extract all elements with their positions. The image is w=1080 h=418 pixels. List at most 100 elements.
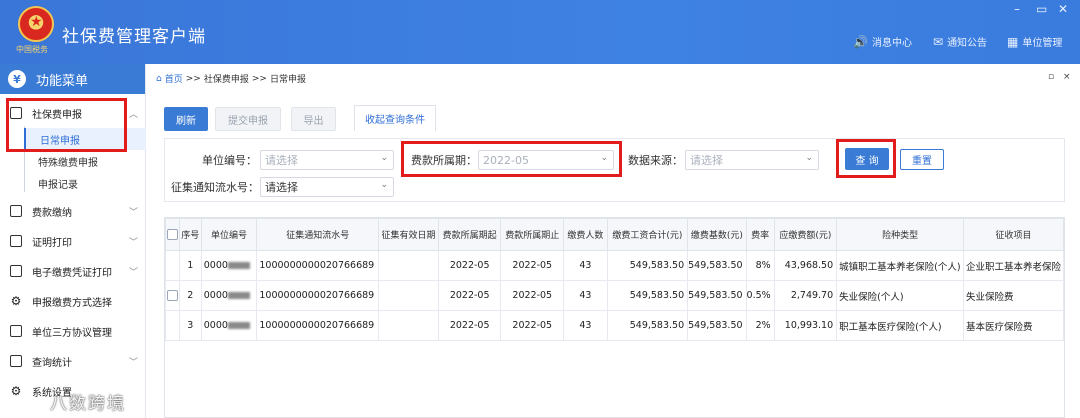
sidebar-item-label: 证明打印 xyxy=(32,237,72,249)
emblem-icon xyxy=(18,6,54,42)
period-end-cell: 2022-05 xyxy=(500,310,565,341)
chevron-down-icon: ⌄ xyxy=(380,153,388,163)
unit-code-text: 0000 xyxy=(203,320,228,331)
logo-text: 中国税务 xyxy=(16,45,48,54)
minimize-button[interactable]: – xyxy=(1014,2,1020,16)
unit-management-link[interactable]: ▦ 单位管理 xyxy=(1007,34,1062,50)
column-header: 单位编号 xyxy=(200,218,258,251)
column-header: 险种类型 xyxy=(836,218,965,251)
period-start-cell: 2022-05 xyxy=(437,310,502,341)
sidebar-item-payment-method[interactable]: ⚙ 申报缴费方式选择 xyxy=(0,286,146,316)
column-header: 缴费工资合计(元) xyxy=(606,218,689,251)
sidebar-subitem-declaration-records[interactable]: 申报记录 xyxy=(24,172,146,194)
column-header: 征集有效日期 xyxy=(378,218,439,251)
chevron-down-icon: ⌄ xyxy=(805,153,813,163)
sidebar-item-label: 单位三方协议管理 xyxy=(32,327,112,339)
breadcrumb-home[interactable]: 首页 xyxy=(165,72,183,85)
export-button[interactable]: 导出 xyxy=(291,107,336,131)
row-number: 1 xyxy=(178,250,202,281)
notice-serial-select[interactable]: 请选择 ⌄ xyxy=(260,177,394,197)
column-header: 征收项目 xyxy=(963,218,1064,251)
chart-icon xyxy=(10,355,22,367)
unit-code-cell: 0000 xyxy=(200,250,258,281)
chevron-down-icon: ﹀ xyxy=(128,238,138,248)
row-checkbox-cell[interactable] xyxy=(165,250,180,281)
function-menu-title: 功能菜单 xyxy=(36,73,89,89)
payment-icon xyxy=(10,205,22,217)
highlight-box-query xyxy=(836,139,896,178)
reset-button[interactable]: 重置 xyxy=(900,149,944,170)
valid-date-cell xyxy=(378,280,439,311)
sidebar-item-label: 费款缴纳 xyxy=(32,207,72,219)
watermark: 八数跨境 xyxy=(50,393,126,414)
sidebar-subitem-special-declaration[interactable]: 特殊缴费申报 xyxy=(24,150,146,172)
table-row[interactable]: 2 0000 1000000000020766689 2022-05 2022-… xyxy=(165,280,1064,311)
app-header: 中国税务 社保费管理客户端 – ▭ ✕ 🔊 消息中心 ✉ 通知公告 ▦ 单位管理 xyxy=(0,0,1080,64)
insurance-type-cell: 职工基本医疗保险(个人) xyxy=(836,310,965,341)
base-cell: 549,583.50 xyxy=(687,310,747,341)
table-row[interactable]: 3 0000 1000000000020766689 2022-05 2022-… xyxy=(165,310,1064,341)
sidebar-item-query-statistics[interactable]: 查询统计 ﹀ xyxy=(0,346,146,376)
close-tab-button[interactable]: × xyxy=(1063,72,1071,82)
table-header-row: 序号 单位编号 征集通知流水号 征集有效日期 费款所属期起 费款所属期止 缴费人… xyxy=(165,218,1064,251)
highlight-box-period xyxy=(401,141,622,177)
unit-code-value: 请选择 xyxy=(265,154,298,167)
column-header: 应缴费额(元) xyxy=(773,218,838,251)
column-header: 缴费基数(元) xyxy=(687,218,747,251)
maximize-button[interactable]: ▭ xyxy=(1036,2,1047,16)
breadcrumb-level2: 日常申报 xyxy=(269,75,306,85)
select-all-checkbox-cell[interactable] xyxy=(165,218,180,251)
column-header: 序号 xyxy=(178,218,202,251)
collection-item-cell: 基本医疗保险费 xyxy=(963,310,1064,341)
restore-tab-button[interactable]: ▫ xyxy=(1048,72,1054,82)
mail-icon: ✉ xyxy=(933,34,944,49)
chevron-up-icon: ︿ xyxy=(128,110,138,120)
select-all-checkbox[interactable] xyxy=(166,229,178,240)
close-window-button[interactable]: ✕ xyxy=(1058,2,1068,16)
column-header: 费率 xyxy=(745,218,775,251)
sidebar-item-tripartite-agreement[interactable]: 单位三方协议管理 xyxy=(0,316,146,346)
unit-code-cell: 0000 xyxy=(200,280,258,311)
column-header: 费款所属期止 xyxy=(500,218,565,251)
column-header: 费款所属期起 xyxy=(437,218,502,251)
unit-code-select[interactable]: 请选择 ⌄ xyxy=(260,150,394,170)
breadcrumb-level1[interactable]: 社保费申报 xyxy=(204,72,249,85)
base-cell: 549,583.50 xyxy=(687,280,747,311)
row-checkbox-cell[interactable] xyxy=(165,280,180,311)
rate-cell: 2% xyxy=(745,310,775,341)
sidebar-item-label: 申报缴费方式选择 xyxy=(32,297,112,309)
notice-link[interactable]: ✉ 通知公告 xyxy=(933,34,988,50)
row-number: 3 xyxy=(178,310,202,341)
base-cell: 549,583.50 xyxy=(687,250,747,281)
redacted-mask xyxy=(227,322,250,329)
chevron-down-icon: ﹀ xyxy=(128,208,138,218)
data-source-value: 请选择 xyxy=(690,154,723,167)
unit-code-label: 单位编号： xyxy=(202,154,257,167)
gear-icon: ⚙ xyxy=(10,294,22,308)
notice-serial-cell: 1000000000020766689 xyxy=(256,250,380,281)
data-source-label: 数据来源： xyxy=(628,154,683,167)
row-checkbox[interactable] xyxy=(166,290,178,301)
table-row[interactable]: 1 0000 1000000000020766689 2022-05 2022-… xyxy=(165,250,1064,281)
sidebar-item-certificate-print[interactable]: 证明打印 ﹀ xyxy=(0,226,146,256)
wage-total-cell: 549,583.50 xyxy=(606,280,689,311)
sidebar-item-payment[interactable]: 费款缴纳 ﹀ xyxy=(0,196,146,226)
sidebar-item-label: 查询统计 xyxy=(32,357,72,369)
row-checkbox-cell[interactable] xyxy=(165,310,180,341)
collapse-query-conditions-tab[interactable]: 收起查询条件 xyxy=(354,105,436,131)
notice-label: 通知公告 xyxy=(947,38,988,49)
period-end-cell: 2022-05 xyxy=(500,250,565,281)
amount-cell: 10,993.10 xyxy=(773,310,838,341)
notice-serial-cell: 1000000000020766689 xyxy=(256,310,380,341)
tax-emblem-logo: 中国税务 xyxy=(14,6,58,58)
refresh-button[interactable]: 刷新 xyxy=(164,107,208,131)
message-center-link[interactable]: 🔊 消息中心 xyxy=(853,34,912,50)
submit-declaration-button[interactable]: 提交申报 xyxy=(215,107,281,131)
collection-item-cell: 失业保险费 xyxy=(963,280,1064,311)
printer-icon xyxy=(10,265,22,277)
rate-cell: 0.5% xyxy=(745,280,775,311)
amount-cell: 2,749.70 xyxy=(773,280,838,311)
data-source-select[interactable]: 请选择 ⌄ xyxy=(685,150,819,170)
redacted-mask xyxy=(227,262,250,269)
sidebar-item-e-voucher-print[interactable]: 电子缴费凭证打印 ﹀ xyxy=(0,256,146,286)
